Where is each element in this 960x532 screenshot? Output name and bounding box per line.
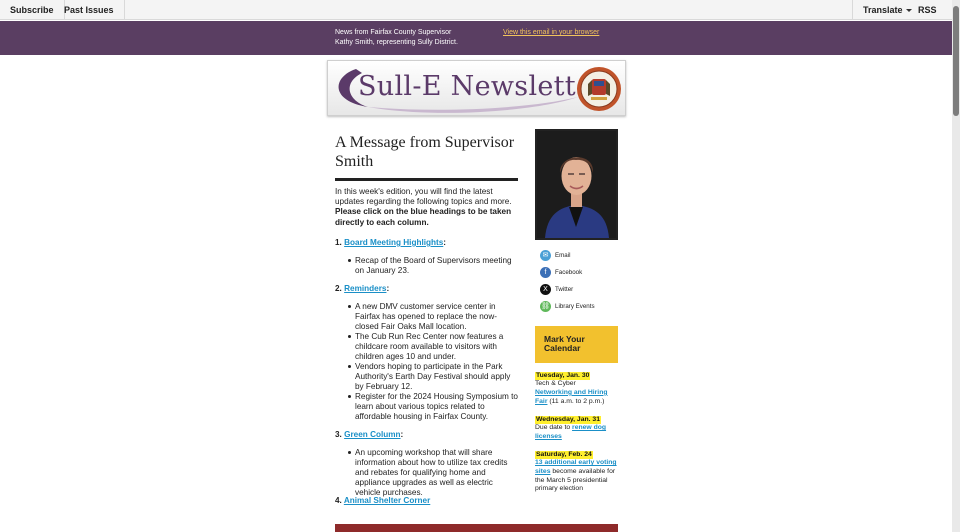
social-label: Library Events [555, 303, 595, 311]
rss-link[interactable]: RSS [908, 0, 952, 35]
event-description: 13 additional early voting sites become … [535, 459, 617, 494]
page-scrollbar[interactable] [952, 0, 960, 532]
facebook-icon: f [540, 267, 551, 278]
list-item: Register for the 2024 Housing Symposium … [348, 392, 520, 422]
portrait-image [537, 131, 616, 238]
section-number: 4. [335, 496, 342, 505]
event-post-text: (11 a.m. to 2 p.m.) [549, 397, 605, 405]
newsletter-title: Sull-E Newsletter [358, 71, 606, 102]
social-label: Twitter [555, 286, 574, 294]
preheader-line-2: Kathy Smith, representing Sully District… [335, 39, 458, 46]
reminders-link[interactable]: Reminders [344, 284, 386, 293]
section-number: 3. [335, 430, 342, 439]
social-label: Email [555, 252, 571, 260]
event-pre-text: Tech & Cyber [535, 380, 576, 387]
preheader-banner: News from Fairfax County Supervisor Kath… [0, 21, 952, 55]
email-share-link[interactable]: ✉ Email [540, 250, 570, 262]
calendar-title: Mark Your Calendar [544, 334, 585, 353]
library-events-link[interactable]: ⛓ Library Events [540, 301, 595, 313]
section-heading-1: 1. Board Meeting Highlights: [335, 238, 446, 248]
list-item: A new DMV customer service center in Fai… [348, 302, 520, 332]
scrollbar-thumb[interactable] [953, 6, 959, 116]
section-heading-4: 4. Animal Shelter Corner [335, 496, 430, 506]
section-number: 1. [335, 238, 342, 247]
preheader-text: News from Fairfax County Supervisor Kath… [335, 28, 495, 48]
facebook-share-link[interactable]: f Facebook [540, 267, 582, 279]
list-item: Vendors hoping to participate in the Par… [348, 362, 520, 392]
twitter-share-link[interactable]: X Twitter [540, 284, 573, 296]
preheader-line-1: News from Fairfax County Supervisor [335, 29, 452, 36]
event-date: Tuesday, Jan. 30 [535, 372, 591, 380]
section-number: 2. [335, 284, 342, 293]
list-item: The Cub Run Rec Center now features a ch… [348, 332, 520, 362]
section-header-bar [335, 524, 618, 532]
green-column-link[interactable]: Green Column [344, 430, 400, 439]
animal-shelter-corner-link[interactable]: Animal Shelter Corner [344, 496, 430, 505]
intro-text: In this week's edition, you will find th… [335, 187, 512, 207]
link-icon: ⛓ [540, 301, 551, 312]
email-icon: ✉ [540, 250, 551, 261]
newsletter-header-banner: Sull-E Newsletter [327, 60, 626, 116]
list-item: Recap of the Board of Supervisors meetin… [348, 256, 520, 276]
county-seal-logo [577, 67, 621, 111]
intro-paragraph: In this week's edition, you will find th… [335, 187, 520, 228]
section-suffix: : [386, 284, 390, 293]
top-nav: Subscribe Past Issues Translate RSS [0, 0, 952, 35]
event-date: Wednesday, Jan. 31 [535, 416, 601, 424]
social-label: Facebook [555, 269, 583, 277]
page-title: A Message from Supervisor Smith [335, 134, 515, 170]
heading-divider [335, 178, 518, 181]
calendar-box: Mark Your Calendar [535, 326, 618, 363]
translate-label: Translate [863, 5, 903, 15]
board-meeting-highlights-link[interactable]: Board Meeting Highlights [344, 238, 443, 247]
past-issues-link[interactable]: Past Issues [54, 0, 125, 20]
section-heading-3: 3. Green Column: [335, 430, 403, 440]
section-suffix: : [443, 238, 447, 247]
x-icon: X [540, 284, 551, 295]
event-date: Saturday, Feb. 24 [535, 451, 593, 459]
section-suffix: : [400, 430, 404, 439]
rss-label: RSS [918, 5, 937, 15]
section-heading-2: 2. Reminders: [335, 284, 389, 294]
event-description: Due date to renew dog licenses [535, 424, 617, 442]
list-item: An upcoming workshop that will share inf… [348, 448, 520, 498]
event-pre-text: Due date to [535, 424, 571, 431]
intro-bold-text: Please click on the blue headings to be … [335, 207, 512, 227]
view-in-browser-link[interactable]: View this email in your browser [503, 29, 599, 36]
supervisor-photo [535, 129, 618, 240]
event-description: Tech & Cyber Networking and Hiring Fair … [535, 380, 617, 406]
